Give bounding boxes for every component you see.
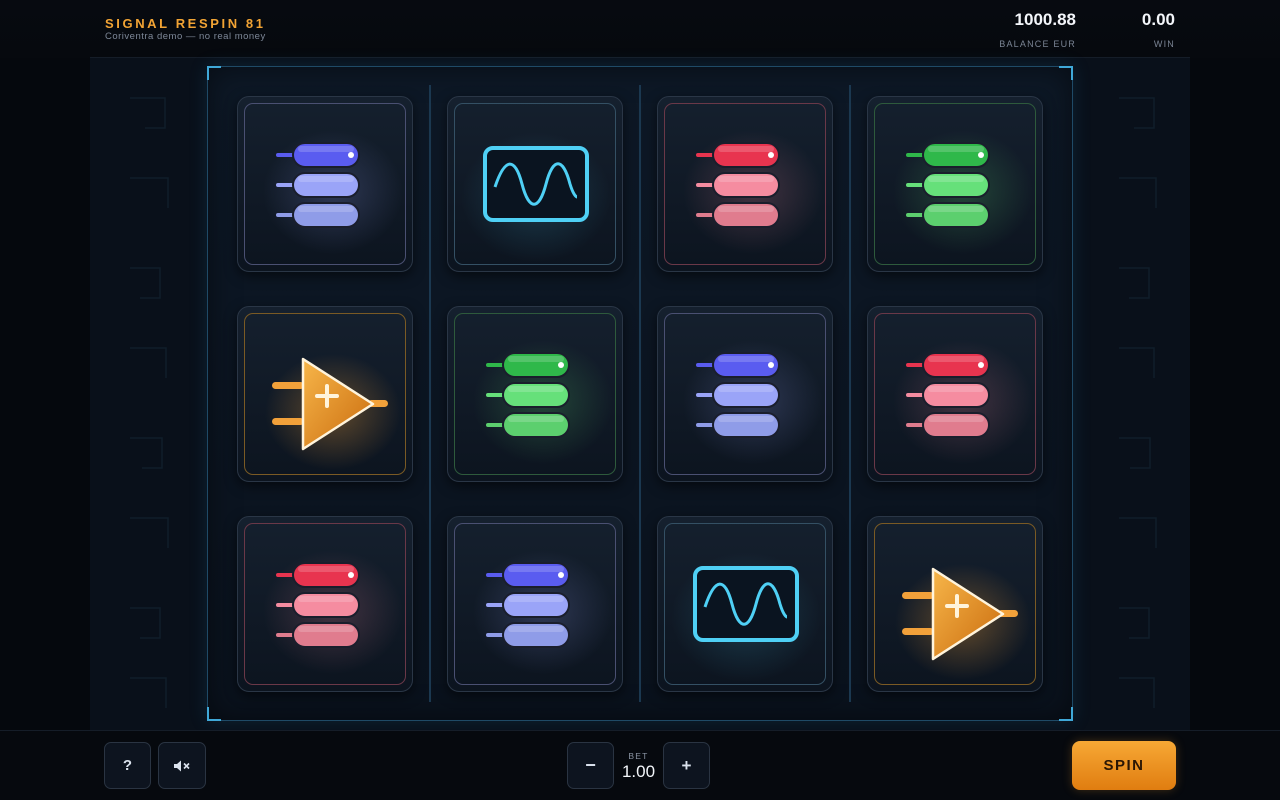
speaker-muted-icon — [174, 760, 190, 771]
win-label: WIN — [1153, 39, 1175, 49]
reel-cell — [657, 516, 833, 692]
reel-divider — [849, 85, 851, 702]
balance-value: 1000.88 — [1014, 10, 1076, 29]
balance-display: 1000.88 BALANCE EUR — [999, 10, 1076, 49]
decrease-bet-button[interactable]: − — [567, 742, 614, 789]
purple-resistor-stack-symbol — [263, 130, 403, 254]
mute-button[interactable] — [158, 742, 206, 789]
help-button[interactable]: ? — [104, 742, 151, 789]
reel-cell — [237, 306, 413, 482]
oscilloscope-wave-symbol — [671, 552, 821, 682]
green-resistor-stack-symbol — [893, 130, 1033, 254]
spin-button[interactable]: SPIN — [1072, 741, 1176, 790]
frame-corner — [207, 707, 221, 721]
reel-divider — [639, 85, 641, 702]
green-resistor-stack-symbol — [473, 340, 613, 464]
reel-cell — [657, 96, 833, 272]
game-title: SIGNAL RESPIN 81 — [105, 16, 266, 31]
reel-cell — [657, 306, 833, 482]
game-subtitle: Coriventra demo — no real money — [105, 31, 266, 42]
balance-label: BALANCE EUR — [999, 39, 1076, 49]
circuit-trace-decoration — [130, 97, 169, 708]
red-resistor-stack-symbol — [263, 550, 403, 674]
reel-cell — [867, 96, 1043, 272]
reel-cell — [867, 306, 1043, 482]
red-resistor-stack-symbol — [683, 130, 823, 254]
amplifier-symbol — [895, 564, 1031, 680]
reel-cell — [867, 516, 1043, 692]
frame-corner — [1059, 707, 1073, 721]
circuit-trace-decoration — [1119, 97, 1157, 708]
reel-cell — [237, 516, 413, 692]
reel-cell — [237, 96, 413, 272]
frame-corner — [207, 66, 221, 80]
red-resistor-stack-symbol — [893, 340, 1033, 464]
reel-cell — [447, 516, 623, 692]
reel-cell — [447, 96, 623, 272]
win-display: 0.00 WIN — [1142, 10, 1175, 49]
amplifier-symbol — [265, 354, 401, 470]
reel-cell — [447, 306, 623, 482]
win-value: 0.00 — [1141, 10, 1175, 29]
bet-value: 1.00 — [621, 762, 656, 781]
bet-label: BET — [628, 751, 649, 761]
purple-resistor-stack-symbol — [473, 550, 613, 674]
reel-divider — [429, 85, 431, 702]
purple-resistor-stack-symbol — [683, 340, 823, 464]
oscilloscope-wave-symbol — [461, 132, 611, 262]
frame-corner — [1059, 66, 1073, 80]
increase-bet-button[interactable]: + — [663, 742, 710, 789]
